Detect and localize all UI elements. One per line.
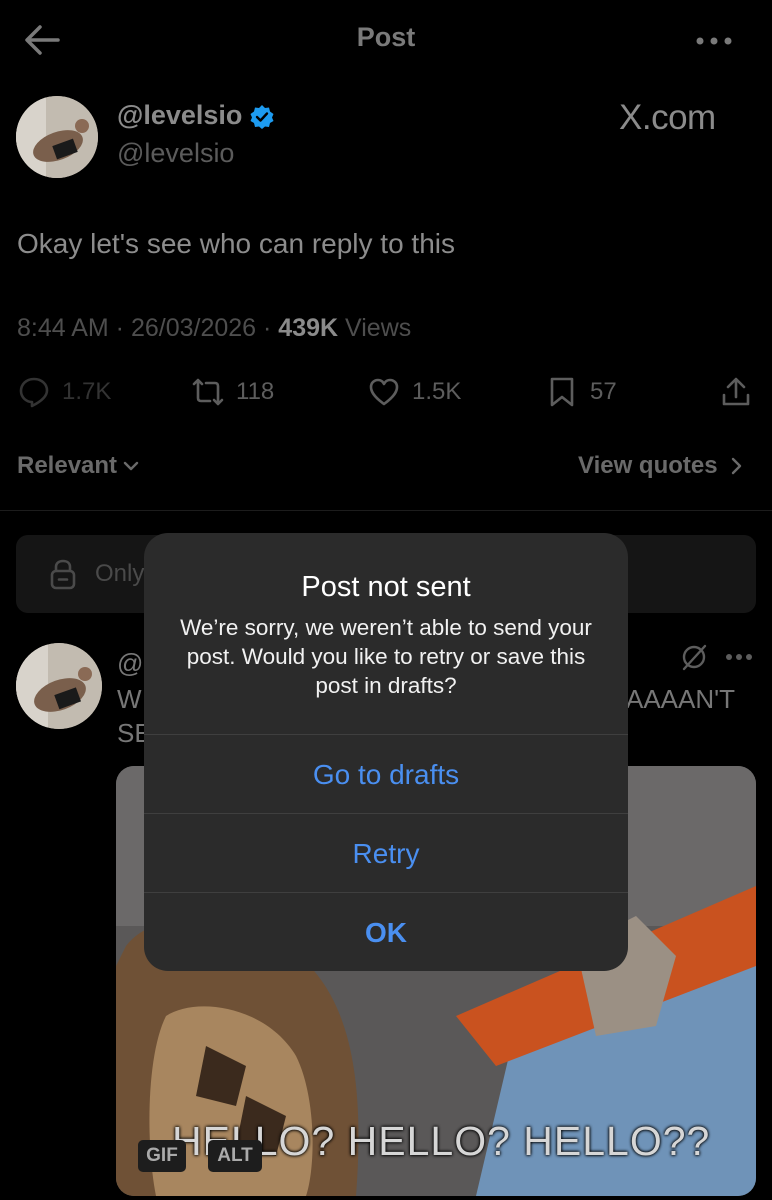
reply-more-icon[interactable] [725,653,753,661]
dialog-message: We’re sorry, we weren’t able to send you… [180,615,592,698]
bookmark-icon [550,377,574,407]
more-options-icon[interactable] [694,36,734,46]
grok-icon[interactable] [680,643,708,671]
share-icon [722,377,750,406]
post-time: 8:44 AM [17,314,109,342]
views-count: 439K [278,314,339,342]
alt-text-button[interactable]: ALT [208,1140,262,1172]
reply-button[interactable]: 1.7K [18,374,111,410]
repost-button[interactable]: 118 [192,374,274,410]
reply-icon [19,377,49,408]
section-divider [0,510,772,511]
ok-button[interactable]: OK [144,892,628,971]
retry-button[interactable]: Retry [144,813,628,893]
view-quotes-label: View quotes [578,452,718,479]
lock-icon [50,559,76,590]
relevant-sort-button[interactable]: Relevant [17,452,141,480]
post-text: Okay let's see who can reply to this [17,228,455,259]
view-quotes-link[interactable]: View quotes [578,452,748,480]
share-button[interactable] [720,374,764,410]
page-title: Post [356,22,416,52]
x-com-watermark: X.com [619,98,716,137]
author-avatar[interactable] [16,96,98,178]
author-display-name[interactable]: @levelsio [117,100,242,131]
bookmark-count: 57 [590,378,617,405]
author-handle[interactable]: @levelsio [117,138,234,169]
reply-count: 1.7K [62,378,112,405]
chevron-right-icon [731,457,741,475]
relevant-label: Relevant [17,452,118,479]
reply-author-avatar[interactable] [16,643,102,729]
reply-text-visible-fragment: AAAAN'T [626,684,735,714]
heart-icon [369,378,399,406]
post-meta: 8:44 AM · 26/03/2026 · 439K Views [17,314,412,342]
dialog-title: Post not sent [301,571,471,603]
post-date: 26/03/2026 [130,314,257,342]
go-to-drafts-button[interactable]: Go to drafts [144,734,628,814]
repost-icon [192,378,224,406]
post-not-sent-dialog: Post not sent We’re sorry, we weren’t ab… [144,533,628,971]
verified-badge-icon [250,105,274,129]
reply-text-line1: W [117,684,142,714]
chevron-down-icon [123,461,139,471]
gif-badge: GIF [138,1140,186,1172]
like-count: 1.5K [412,378,462,405]
bookmark-button[interactable]: 57 [546,374,617,410]
repost-count: 118 [236,378,275,405]
restriction-text: Only [95,560,145,587]
like-button[interactable]: 1.5K [368,374,461,410]
views-label: Views [345,314,412,342]
